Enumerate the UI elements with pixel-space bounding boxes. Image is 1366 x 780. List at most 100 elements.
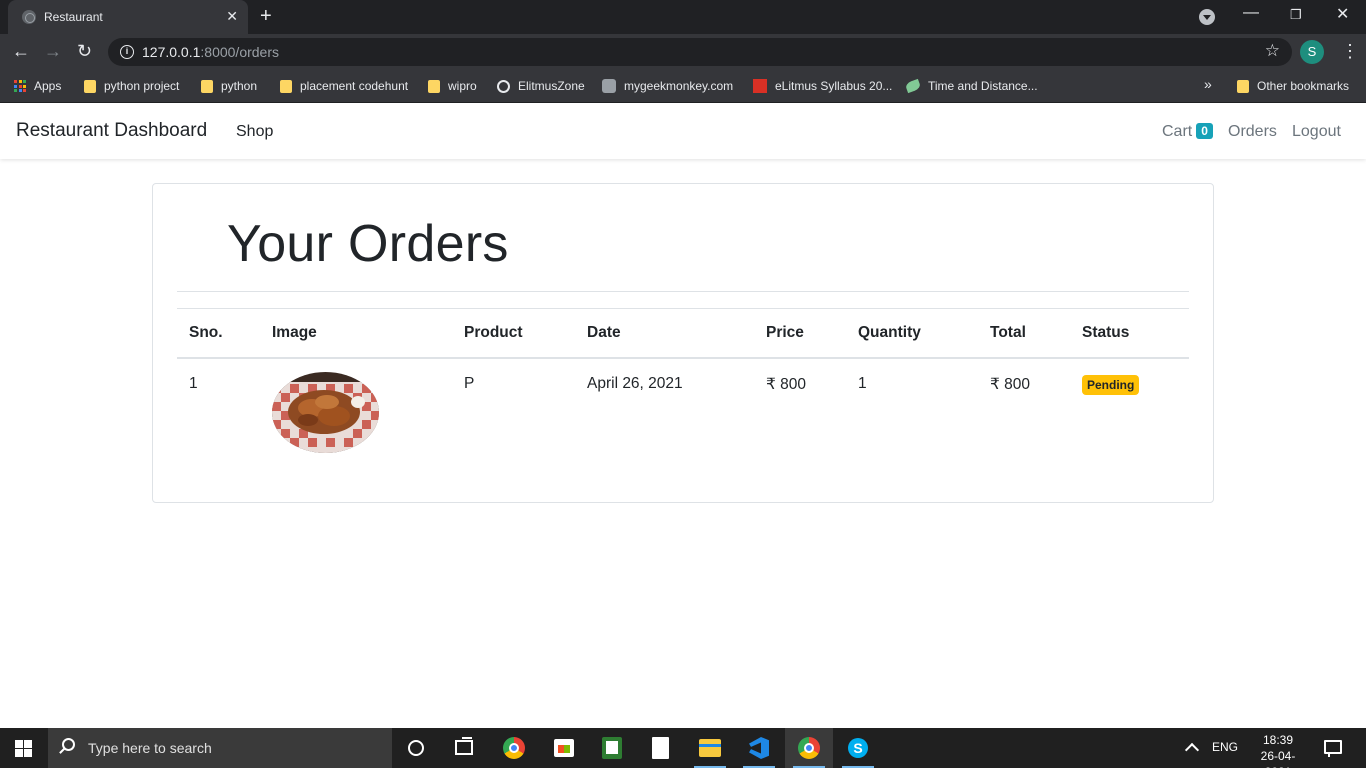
notification-icon[interactable] [1324, 740, 1342, 757]
bookmark-label: python project [104, 79, 180, 93]
cell-sno: 1 [189, 374, 198, 392]
vscode-icon [749, 737, 769, 759]
bookmark-python[interactable]: python [201, 77, 257, 95]
bookmark-elitmus-syllabus[interactable]: eLitmus Syllabus 20... [753, 77, 892, 95]
taskbar-notes[interactable] [588, 728, 636, 768]
cortana-button[interactable] [392, 728, 440, 768]
taskbar-chrome[interactable] [490, 728, 538, 768]
taskbar-vscode[interactable] [735, 728, 783, 768]
bookmark-label: Other bookmarks [1257, 79, 1350, 93]
restore-icon[interactable]: ❐ [1290, 7, 1302, 23]
tray-chevron-up-icon[interactable] [1184, 742, 1200, 758]
search-icon [62, 738, 75, 751]
browser-toolbar: ← → ↻ i 127.0.0.1:8000/orders ☆ S ⋮ [0, 34, 1366, 70]
navbar-brand[interactable]: Restaurant Dashboard [16, 120, 207, 142]
notes-app-icon [602, 737, 622, 759]
clock[interactable]: 18:39 26-04-2021 [1249, 732, 1307, 780]
cell-date: April 26, 2021 [587, 374, 683, 392]
profile-avatar[interactable]: S [1300, 40, 1324, 64]
bookmark-label: python [221, 79, 258, 93]
menu-kebab-icon[interactable]: ⋮ [1341, 41, 1359, 62]
bookmark-label: eLitmus Syllabus 20... [775, 79, 893, 93]
address-bar[interactable]: i 127.0.0.1:8000/orders ☆ [108, 38, 1292, 66]
bookmark-star-icon[interactable]: ☆ [1265, 41, 1280, 61]
cart-count-badge: 0 [1196, 123, 1213, 139]
bookmark-label: Time and Distance... [928, 79, 1038, 93]
status-badge: Pending [1082, 374, 1140, 395]
orders-table: Sno. Image Product Date Price Quantity T… [177, 308, 1189, 468]
column-header-date: Date [575, 308, 754, 359]
document-icon [652, 737, 669, 759]
store-icon [554, 739, 574, 757]
taskbar-file-explorer[interactable] [686, 728, 734, 768]
nav-link-cart[interactable]: Cart 0 [1162, 123, 1213, 141]
nav-link-orders[interactable]: Orders [1228, 123, 1277, 141]
bookmark-mygeekmonkey[interactable]: mygeekmonkey.com [602, 77, 733, 95]
close-tab-icon[interactable]: ✕ [226, 8, 238, 25]
site-favicon-icon [753, 79, 767, 93]
skype-icon: S [848, 738, 868, 758]
nav-link-shop[interactable]: Shop [236, 123, 273, 141]
column-header-total: Total [978, 308, 1070, 359]
reload-icon[interactable]: ↻ [77, 41, 92, 62]
input-language[interactable]: ENG [1212, 740, 1238, 754]
bookmark-time-distance[interactable]: Time and Distance... [904, 77, 1038, 95]
bookmark-elitmuszone[interactable]: ElitmusZone [497, 77, 585, 95]
taskbar-search-input[interactable]: Type here to search [48, 728, 392, 768]
bookmarks-overflow-chevron[interactable]: » [1204, 76, 1212, 92]
site-favicon-icon [602, 79, 616, 93]
cell-status: Pending [1070, 358, 1189, 468]
tab-search-icon[interactable] [1199, 9, 1215, 25]
bookmarks-bar: Apps python project python placement cod… [0, 70, 1366, 103]
globe-icon [22, 10, 36, 24]
taskbar-search-placeholder: Type here to search [88, 740, 212, 756]
clock-date: 26-04-2021 [1260, 749, 1296, 779]
bookmark-placement-codehunt[interactable]: placement codehunt [280, 77, 408, 95]
chrome-icon [503, 737, 525, 759]
browser-tab-strip: Restaurant ✕ + — ❐ ✕ [0, 0, 1366, 34]
browser-tab[interactable]: Restaurant ✕ [8, 0, 248, 34]
cell-price: ₹ 800 [766, 375, 807, 393]
task-view-button[interactable] [440, 728, 488, 768]
cell-image [260, 358, 452, 468]
bookmark-label: placement codehunt [300, 79, 409, 93]
title-divider [177, 291, 1189, 292]
fried-food-image [272, 371, 379, 453]
minimize-icon[interactable]: — [1243, 4, 1259, 22]
globe-icon [497, 79, 510, 93]
bookmark-apps[interactable]: Apps [14, 77, 61, 95]
column-header-status: Status [1070, 308, 1189, 359]
bookmark-label: mygeekmonkey.com [624, 79, 734, 93]
taskbar-document[interactable] [637, 728, 685, 768]
taskbar-chrome-profile[interactable] [785, 728, 833, 768]
url-host: 127.0.0.1 [142, 44, 201, 60]
folder-icon [1237, 79, 1249, 93]
bookmark-other[interactable]: Other bookmarks [1237, 77, 1349, 95]
url-text: 127.0.0.1:8000/orders [142, 44, 279, 60]
forward-icon[interactable]: → [44, 41, 62, 62]
site-info-icon[interactable]: i [120, 45, 134, 59]
nav-link-logout[interactable]: Logout [1292, 123, 1341, 141]
cell-product: P [464, 374, 475, 392]
orders-card: Your Orders Sno. Image Product Date Pric… [152, 183, 1214, 503]
taskbar-store[interactable] [540, 728, 588, 768]
page-title: Your Orders [227, 215, 509, 273]
bookmark-label: ElitmusZone [518, 79, 585, 93]
taskbar-skype[interactable]: S [834, 728, 882, 768]
bookmark-label: Apps [34, 79, 62, 93]
product-image [272, 371, 379, 453]
cortana-icon [408, 740, 424, 756]
table-header-row: Sno. Image Product Date Price Quantity T… [177, 308, 1189, 359]
window-close-icon[interactable]: ✕ [1336, 4, 1349, 24]
folder-icon [428, 79, 440, 93]
bookmark-python-project[interactable]: python project [84, 77, 179, 95]
file-explorer-icon [699, 739, 721, 757]
new-tab-icon[interactable]: + [260, 5, 272, 28]
back-icon[interactable]: ← [12, 41, 30, 62]
windows-taskbar: Type here to search S ENG 18:39 26-04-20… [0, 728, 1366, 779]
table-row: 1 P April 26, 2021 ₹ 800 1 ₹ 800 Pending [177, 358, 1189, 468]
folder-icon [201, 79, 213, 93]
column-header-sno: Sno. [177, 308, 260, 359]
bookmark-wipro[interactable]: wipro [428, 77, 477, 95]
windows-start-icon[interactable] [15, 740, 32, 757]
